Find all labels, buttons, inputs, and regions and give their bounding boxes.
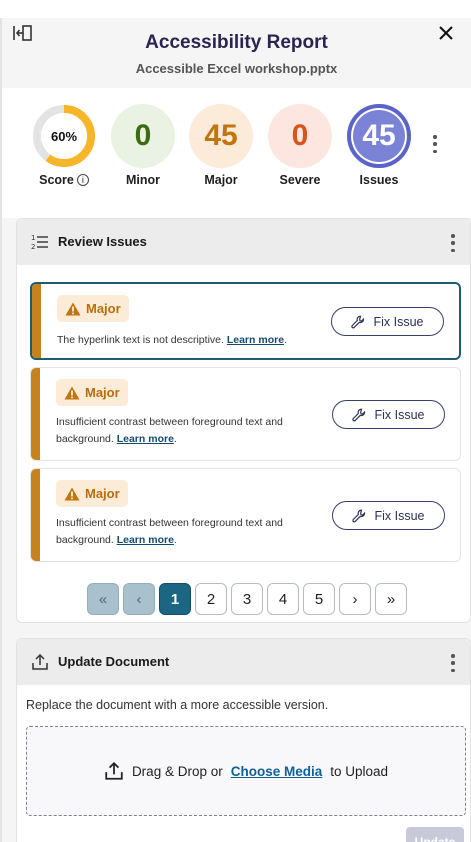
issue-card[interactable]: Major The hyperlink text is not descript…	[30, 282, 461, 360]
page-button-3[interactable]: 3	[231, 583, 263, 615]
numbered-list-icon: 1 2	[31, 234, 48, 251]
major-count: 45	[189, 104, 253, 168]
page-button-1[interactable]: 1	[159, 583, 191, 615]
issue-description: Insufficient contrast between foreground…	[56, 517, 283, 546]
severity-bar	[32, 284, 41, 358]
metrics-row: 60% Score i 0 Minor 45 Major 0 Severe 45…	[2, 88, 471, 218]
file-drop-zone[interactable]: Drag & Drop or Choose Media to Upload	[26, 726, 466, 816]
update-button[interactable]: Update	[406, 827, 464, 842]
last-page-button[interactable]: »	[375, 583, 407, 615]
severity-badge: Major	[56, 379, 128, 406]
update-document-header: Update Document	[17, 639, 470, 685]
fix-issue-label: Fix Issue	[374, 407, 425, 422]
learn-more-link[interactable]: Learn more	[227, 334, 284, 346]
update-document-card: Update Document Replace the document wit…	[16, 638, 471, 842]
severity-label: Major	[85, 385, 120, 400]
severity-badge: Major	[57, 295, 129, 322]
prev-page-button[interactable]: ‹	[123, 583, 155, 615]
severe-label: Severe	[279, 173, 321, 187]
fix-issue-button[interactable]: Fix Issue	[332, 400, 445, 429]
score-label-row: Score i	[31, 173, 97, 187]
accessibility-panel: Accessibility Report Accessible Excel wo…	[0, 18, 471, 842]
drop-prefix: Drag & Drop or	[131, 763, 223, 779]
review-issues-header: 1 2 Review Issues	[17, 219, 470, 265]
warning-icon	[65, 302, 81, 315]
info-icon[interactable]: i	[76, 174, 89, 186]
review-issues-title: Review Issues	[58, 234, 147, 249]
issues-count: 45	[347, 104, 411, 168]
issues-label: Issues	[359, 173, 399, 187]
svg-text:2: 2	[31, 243, 35, 251]
score-label: Score	[39, 173, 74, 187]
wrench-icon	[352, 509, 366, 522]
major-metric: 45 Major	[188, 104, 254, 187]
page-button-5[interactable]: 5	[303, 583, 335, 615]
wrench-icon	[352, 408, 366, 421]
major-label: Major	[204, 173, 238, 187]
minor-metric: 0 Minor	[110, 104, 176, 187]
warning-icon	[64, 386, 80, 399]
first-page-button[interactable]: «	[87, 583, 119, 615]
fix-issue-label: Fix Issue	[373, 314, 424, 329]
severe-count: 0	[268, 104, 332, 168]
fix-issue-button[interactable]: Fix Issue	[332, 501, 445, 530]
upload-icon	[32, 653, 48, 670]
wrench-icon	[351, 315, 365, 328]
learn-more-link[interactable]: Learn more	[117, 433, 174, 445]
update-description: Replace the document with a more accessi…	[26, 698, 329, 712]
page-button-4[interactable]: 4	[267, 583, 299, 615]
fix-issue-button[interactable]: Fix Issue	[331, 307, 444, 336]
issue-description: The hyperlink text is not descriptive. L…	[57, 334, 287, 346]
issue-description: Insufficient contrast between foreground…	[56, 416, 283, 445]
fix-issue-label: Fix Issue	[374, 508, 425, 523]
severity-badge: Major	[56, 480, 128, 507]
issue-card[interactable]: Major Insufficient contrast between fore…	[30, 468, 461, 562]
severity-label: Major	[86, 301, 121, 316]
metrics-more-icon[interactable]	[432, 135, 438, 153]
severity-bar	[31, 368, 40, 460]
choose-media-link[interactable]: Choose Media	[231, 764, 323, 779]
pagination: « ‹ 1 2 3 4 5 › »	[87, 583, 407, 615]
review-issues-card: 1 2 Review Issues Major The hyperlink te…	[16, 218, 471, 623]
drop-suffix: to Upload	[330, 763, 389, 779]
update-more-icon[interactable]	[450, 654, 456, 672]
severe-metric: 0 Severe	[267, 104, 333, 187]
report-title: Accessibility Report	[145, 32, 328, 53]
learn-more-link[interactable]: Learn more	[117, 534, 174, 546]
review-more-icon[interactable]	[450, 234, 456, 252]
panel-header: Accessibility Report Accessible Excel wo…	[2, 18, 471, 88]
svg-text:1: 1	[31, 234, 35, 242]
document-filename: Accessible Excel workshop.pptx	[135, 61, 338, 76]
warning-icon	[64, 487, 80, 500]
issue-card[interactable]: Major Insufficient contrast between fore…	[30, 367, 461, 461]
upload-icon	[105, 761, 123, 780]
minor-label: Minor	[125, 173, 161, 187]
score-ring: 60%	[32, 104, 96, 168]
minor-count: 0	[111, 104, 175, 168]
update-document-title: Update Document	[58, 654, 170, 669]
page-button-2[interactable]: 2	[195, 583, 227, 615]
issue-text: The hyperlink text is not descriptive.	[57, 334, 224, 346]
severity-bar	[31, 469, 40, 561]
score-value: 60%	[50, 128, 78, 144]
severity-label: Major	[85, 486, 120, 501]
score-metric: 60% Score i	[31, 104, 97, 187]
next-page-button[interactable]: ›	[339, 583, 371, 615]
issues-metric: 45 Issues	[346, 104, 412, 187]
